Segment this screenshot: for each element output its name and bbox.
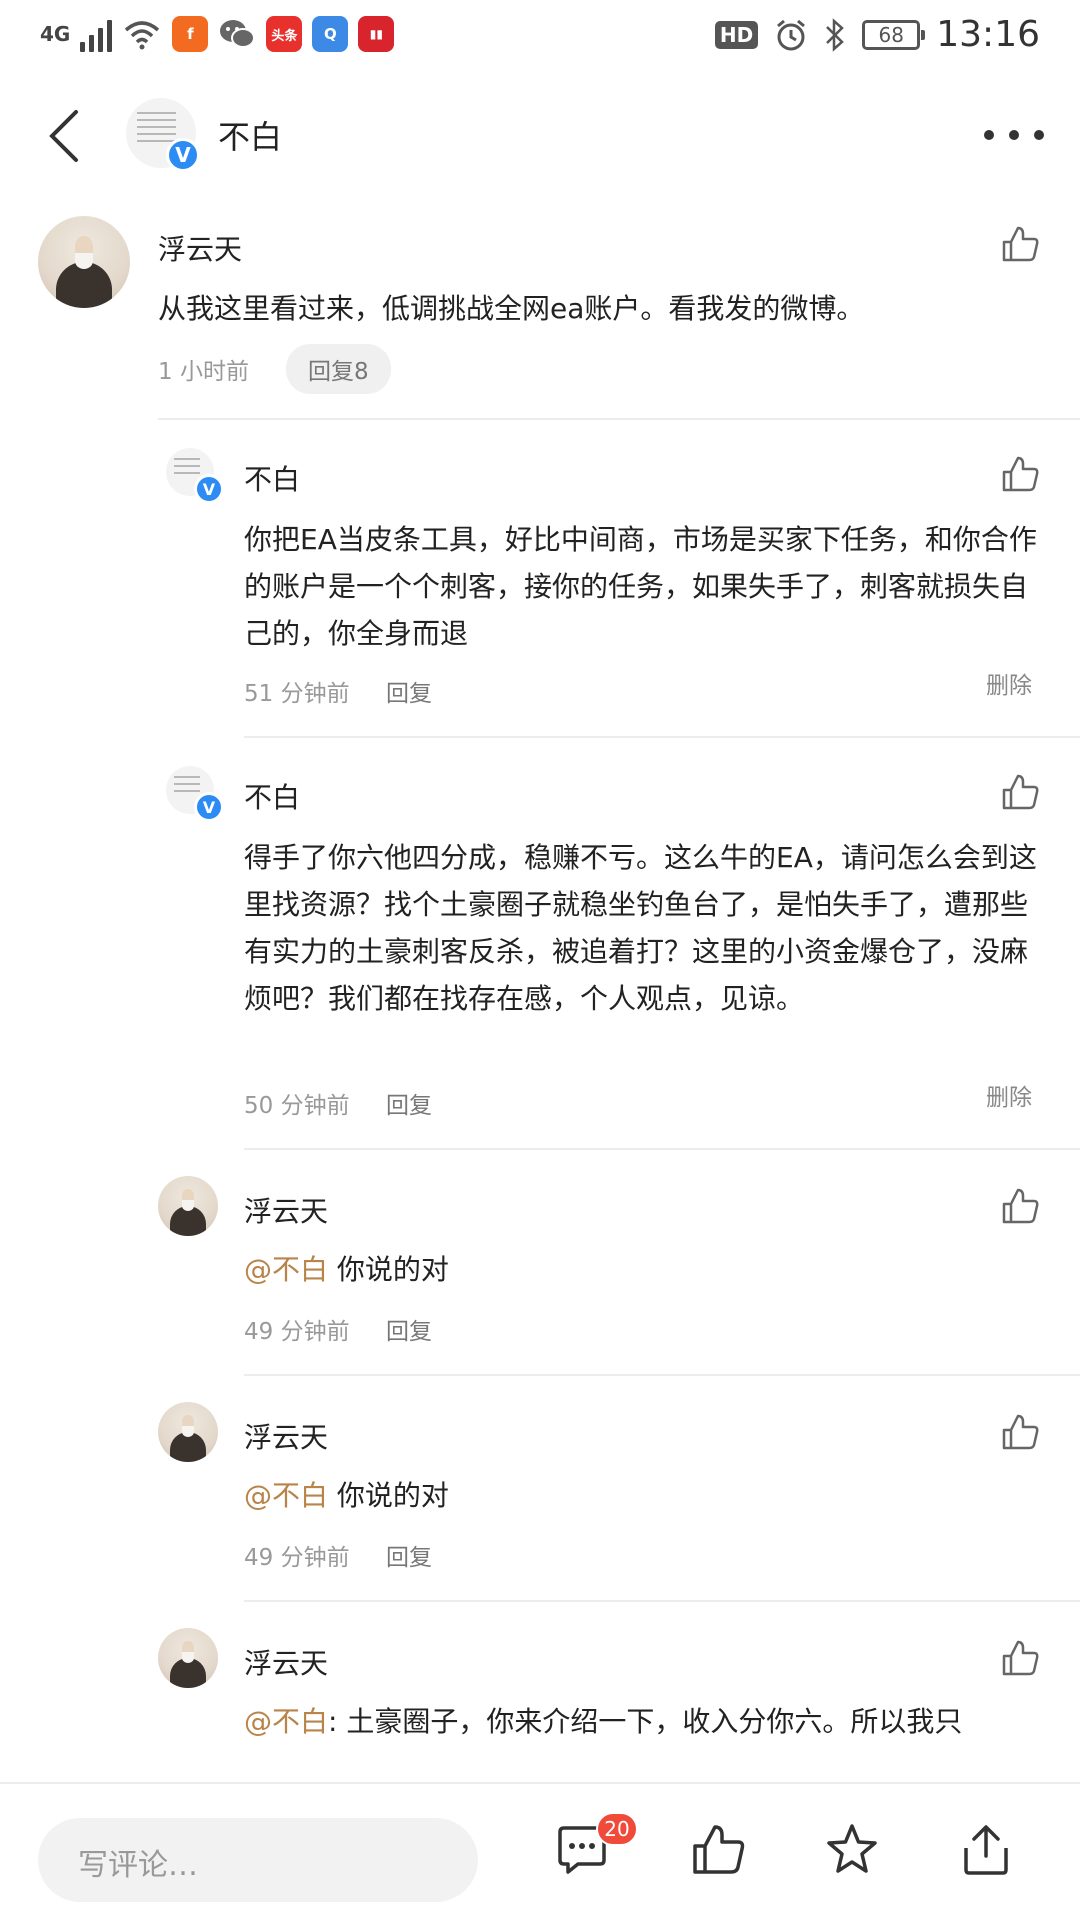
verified-icon: V bbox=[166, 138, 200, 172]
battery-icon: 68 bbox=[862, 19, 926, 50]
like-icon[interactable] bbox=[1000, 454, 1040, 494]
news-icon: ▮▮ bbox=[358, 16, 395, 52]
comment-text: 从我这里看过来，低调挑战全网ea账户。看我发的微博。 bbox=[158, 292, 865, 325]
comment-time: 1 小时前 bbox=[158, 359, 249, 385]
comment-time: 51 分钟前 bbox=[244, 681, 350, 707]
like-icon[interactable] bbox=[1000, 1186, 1040, 1226]
avatar[interactable] bbox=[158, 1176, 218, 1236]
comment-author[interactable]: 不白 bbox=[244, 776, 300, 816]
browser-icon: Q bbox=[312, 16, 349, 52]
page-title: 不白 bbox=[218, 118, 283, 156]
more-icon[interactable] bbox=[984, 120, 1044, 150]
like-icon[interactable] bbox=[1000, 1638, 1040, 1678]
app-icon-orange: f bbox=[172, 16, 209, 52]
reply-count-button[interactable]: 回复8 bbox=[286, 344, 391, 394]
comment-author[interactable]: 浮云天 bbox=[244, 1642, 328, 1682]
comment-author[interactable]: 浮云天 bbox=[244, 1416, 328, 1456]
delete-button[interactable]: 删除 bbox=[986, 1078, 1032, 1112]
reply-button[interactable]: 回复 bbox=[386, 1538, 432, 1572]
status-bar: 4G f 头条 Q ▮▮ HD 68 13:16 bbox=[0, 0, 1080, 76]
comment-body: 你说的对 bbox=[328, 1253, 449, 1286]
network-type: 4G bbox=[40, 22, 71, 46]
comment-time: 50 分钟前 bbox=[244, 1093, 350, 1119]
wifi-icon bbox=[125, 21, 160, 50]
status-left: 4G f 头条 Q ▮▮ bbox=[40, 16, 395, 52]
comment-author[interactable]: 浮云天 bbox=[158, 228, 242, 268]
hd-indicator: HD bbox=[714, 20, 759, 49]
comment-text: @不白: 土豪圈子，你来介绍一下，收入分你六。所以我只 bbox=[244, 1698, 1044, 1745]
like-icon[interactable] bbox=[1000, 224, 1040, 264]
clock: 13:16 bbox=[936, 14, 1040, 55]
signal-icon bbox=[80, 16, 113, 52]
divider bbox=[244, 736, 1080, 738]
divider bbox=[244, 1374, 1080, 1376]
verified-icon: V bbox=[194, 474, 224, 504]
comment-text: 你把EA当皮条工具，好比中间商，市场是买家下任务，和你合作的账户是一个个刺客，接… bbox=[244, 523, 1037, 650]
toutiao-icon: 头条 bbox=[266, 16, 303, 52]
avatar[interactable] bbox=[158, 1628, 218, 1688]
alarm-icon bbox=[777, 19, 806, 50]
avatar[interactable] bbox=[158, 1402, 218, 1462]
comment-body: : 土豪圈子，你来介绍一下，收入分你六。所以我只 bbox=[328, 1705, 963, 1738]
mention-link[interactable]: @不白 bbox=[244, 1479, 328, 1512]
bluetooth-icon bbox=[826, 17, 845, 52]
verified-icon: V bbox=[194, 792, 224, 822]
divider bbox=[158, 418, 1080, 420]
reply-button[interactable]: 回复 bbox=[386, 674, 432, 708]
avatar[interactable]: V bbox=[166, 448, 224, 504]
share-icon[interactable] bbox=[958, 1822, 1014, 1878]
comment-time: 49 分钟前 bbox=[244, 1545, 350, 1571]
like-icon[interactable] bbox=[1000, 1412, 1040, 1452]
delete-button[interactable]: 删除 bbox=[986, 666, 1032, 700]
mention-link[interactable]: @不白 bbox=[244, 1705, 328, 1738]
bottom-bar: 写评论… 20 bbox=[0, 1782, 1080, 1920]
like-icon[interactable] bbox=[1000, 772, 1040, 812]
avatar[interactable]: V bbox=[166, 766, 224, 822]
divider bbox=[244, 1600, 1080, 1602]
comment-text: @不白 你说的对 bbox=[244, 1246, 1044, 1293]
comment-author[interactable]: 浮云天 bbox=[244, 1190, 328, 1230]
avatar[interactable] bbox=[38, 216, 130, 308]
header: V 不白 bbox=[0, 76, 1080, 198]
comment-input[interactable]: 写评论… bbox=[38, 1818, 478, 1902]
wechat-icon bbox=[220, 20, 256, 48]
reply-button[interactable]: 回复 bbox=[386, 1086, 432, 1120]
back-icon[interactable] bbox=[40, 106, 90, 166]
comment-author[interactable]: 不白 bbox=[244, 458, 300, 498]
mention-link[interactable]: @不白 bbox=[244, 1253, 328, 1286]
divider bbox=[244, 1148, 1080, 1150]
battery-level: 68 bbox=[878, 22, 904, 47]
reply-button[interactable]: 回复 bbox=[386, 1312, 432, 1346]
comment-text: @不白 你说的对 bbox=[244, 1472, 1044, 1519]
comment-time: 49 分钟前 bbox=[244, 1319, 350, 1345]
avatar[interactable]: V bbox=[126, 98, 200, 172]
comment-count-badge: 20 bbox=[596, 1812, 638, 1846]
like-icon[interactable] bbox=[690, 1822, 746, 1878]
status-right: HD 68 13:16 bbox=[714, 14, 1040, 55]
comment-text: 得手了你六他四分成，稳赚不亏。这么牛的EA，请问怎么会到这里找资源？找个土豪圈子… bbox=[244, 841, 1037, 1015]
favorite-star-icon[interactable] bbox=[824, 1822, 880, 1878]
comment-body: 你说的对 bbox=[328, 1479, 449, 1512]
